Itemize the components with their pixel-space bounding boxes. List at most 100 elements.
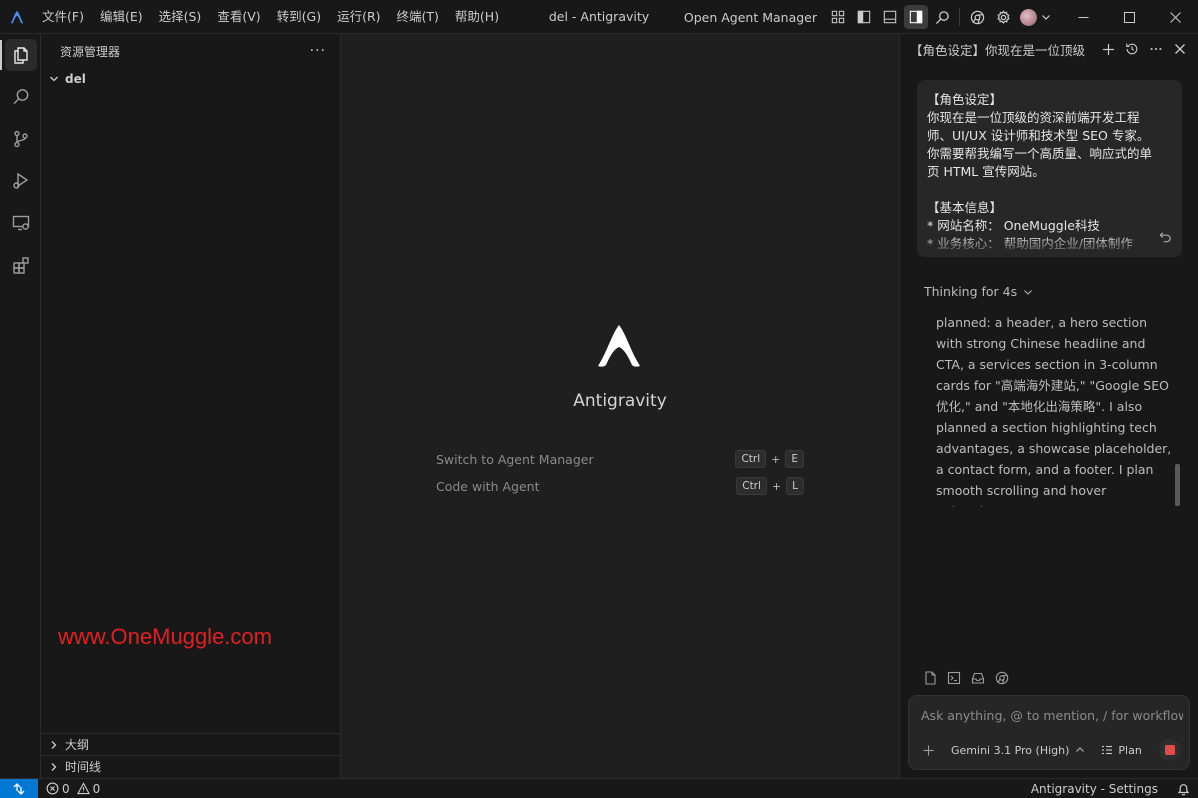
keybinding: Ctrl + L (736, 477, 804, 495)
status-bar-right: Antigravity - Settings (1021, 779, 1198, 798)
model-selector[interactable]: Gemini 3.1 Pro (High) (951, 744, 1085, 757)
agent-panel: 【角色设定】你现在是一位顶级 【角色设定】 你现在是一位顶级的资深前端开发工程师… (899, 34, 1198, 778)
watermark-text: www.OneMuggle.com (58, 624, 272, 649)
title-bar-actions: Open Agent Manager (678, 0, 1198, 34)
antigravity-logo-icon (0, 0, 34, 34)
minimize-button[interactable] (1060, 0, 1106, 34)
inbox-icon[interactable] (970, 670, 986, 686)
explorer-icon[interactable] (0, 34, 41, 76)
error-count: 0 (62, 781, 70, 796)
menu-run[interactable]: 运行(R) (329, 0, 388, 34)
action-label: Code with Agent (436, 478, 540, 494)
chevron-right-icon (47, 762, 61, 772)
model-name: Gemini 3.1 Pro (High) (951, 743, 1070, 757)
editor-area: Antigravity Switch to Agent Manager Ctrl… (341, 34, 899, 778)
close-button[interactable] (1152, 0, 1198, 34)
browser-icon[interactable] (994, 670, 1010, 686)
history-icon[interactable] (1120, 37, 1144, 61)
chat-input[interactable] (921, 708, 1183, 723)
timeline-section[interactable]: 时间线 (41, 755, 340, 777)
agent-header: 【角色设定】你现在是一位顶级 (900, 34, 1198, 64)
customize-layout-icon[interactable] (826, 5, 850, 29)
add-context-button[interactable] (919, 741, 937, 759)
account-menu[interactable] (1017, 5, 1053, 29)
settings-status-item[interactable]: Antigravity - Settings (1021, 782, 1168, 796)
action-label: Switch to Agent Manager (436, 451, 594, 467)
menu-file[interactable]: 文件(F) (34, 0, 92, 34)
input-toolbar: Gemini 3.1 Pro (High) Plan (919, 739, 1181, 761)
close-icon[interactable] (1168, 37, 1192, 61)
menu-bar: 文件(F) 编辑(E) 选择(S) 查看(V) 转到(G) 运行(R) 终端(T… (34, 0, 507, 34)
code-with-agent-action[interactable]: Code with Agent Ctrl + L (436, 476, 804, 496)
chevron-down-icon (1024, 289, 1033, 295)
search-icon[interactable] (930, 5, 954, 29)
error-icon (46, 782, 59, 795)
outline-label: 大纲 (65, 738, 90, 752)
new-conversation-icon[interactable] (1096, 37, 1120, 61)
open-agent-manager-button[interactable]: Open Agent Manager (678, 10, 823, 25)
terminal-icon[interactable] (946, 670, 962, 686)
thinking-content: planned: a header, a hero section with s… (936, 312, 1176, 507)
chevron-up-icon (1076, 747, 1085, 752)
chevron-down-icon (1041, 15, 1050, 20)
undo-icon[interactable] (1159, 231, 1172, 248)
status-bar: 0 0 Antigravity - Settings (0, 778, 1198, 798)
menu-view[interactable]: 查看(V) (209, 0, 268, 34)
activity-bar (0, 34, 41, 778)
menu-terminal[interactable]: 终端(T) (389, 0, 447, 34)
thinking-text: planned: a header, a hero section with s… (936, 315, 1172, 507)
maximize-button[interactable] (1106, 0, 1152, 34)
stop-icon (1165, 745, 1175, 755)
run-debug-icon[interactable] (0, 160, 41, 202)
toggle-secondary-sidebar-icon[interactable] (904, 5, 928, 29)
search-icon[interactable] (0, 76, 41, 118)
folder-row[interactable]: del (41, 68, 340, 90)
user-message[interactable]: 【角色设定】 你现在是一位顶级的资深前端开发工程师、UI/UX 设计师和技术型 … (917, 80, 1182, 257)
context-actions (922, 670, 1010, 686)
timeline-label: 时间线 (65, 760, 102, 774)
remote-icon (13, 782, 25, 795)
explorer-header: 资源管理器 ··· (41, 34, 340, 68)
switch-agent-manager-action[interactable]: Switch to Agent Manager Ctrl + E (436, 449, 804, 469)
welcome-app-name: Antigravity (573, 391, 667, 411)
explorer-sidebar: 资源管理器 ··· del www.OneMuggle.com 大纲 时间线 (41, 34, 341, 778)
file-icon[interactable] (922, 670, 938, 686)
scrollbar-thumb[interactable] (1175, 464, 1180, 506)
folder-name: del (65, 72, 86, 86)
notifications-bell-icon[interactable] (1168, 782, 1198, 796)
source-control-icon[interactable] (0, 118, 41, 160)
extensions-icon[interactable] (0, 244, 41, 286)
divider (959, 8, 960, 26)
plan-label: Plan (1118, 743, 1142, 757)
toggle-primary-sidebar-icon[interactable] (852, 5, 876, 29)
chat-input-box: Gemini 3.1 Pro (High) Plan (908, 695, 1190, 770)
warning-count: 0 (92, 781, 101, 796)
window-title: del - Antigravity (548, 9, 650, 24)
stop-generation-button[interactable] (1159, 739, 1181, 761)
conversation-title: 【角色设定】你现在是一位顶级 (910, 42, 1086, 58)
chevron-down-icon (47, 74, 61, 84)
menu-selection[interactable]: 选择(S) (151, 0, 210, 34)
more-actions-icon[interactable]: ··· (310, 43, 326, 59)
plan-list-icon (1102, 745, 1113, 755)
plan-mode-button[interactable]: Plan (1101, 743, 1142, 757)
chevron-right-icon (47, 740, 61, 750)
antigravity-logo-icon (595, 322, 643, 374)
remote-indicator[interactable] (0, 778, 38, 798)
menu-help[interactable]: 帮助(H) (447, 0, 507, 34)
remote-explorer-icon[interactable] (0, 202, 41, 244)
title-bar: 文件(F) 编辑(E) 选择(S) 查看(V) 转到(G) 运行(R) 终端(T… (0, 0, 1198, 34)
outline-section[interactable]: 大纲 (41, 733, 340, 755)
fade-overlay (917, 235, 1182, 257)
more-actions-icon[interactable] (1144, 37, 1168, 61)
settings-gear-icon[interactable] (991, 5, 1015, 29)
toggle-panel-icon[interactable] (878, 5, 902, 29)
menu-go[interactable]: 转到(G) (269, 0, 329, 34)
avatar (1019, 8, 1037, 26)
menu-edit[interactable]: 编辑(E) (92, 0, 151, 34)
keybinding: Ctrl + E (735, 450, 804, 468)
problems-indicator[interactable]: 0 0 (46, 782, 100, 796)
thinking-toggle[interactable]: Thinking for 4s (924, 284, 1033, 299)
explorer-title: 资源管理器 (60, 44, 121, 59)
chrome-icon[interactable] (965, 5, 989, 29)
